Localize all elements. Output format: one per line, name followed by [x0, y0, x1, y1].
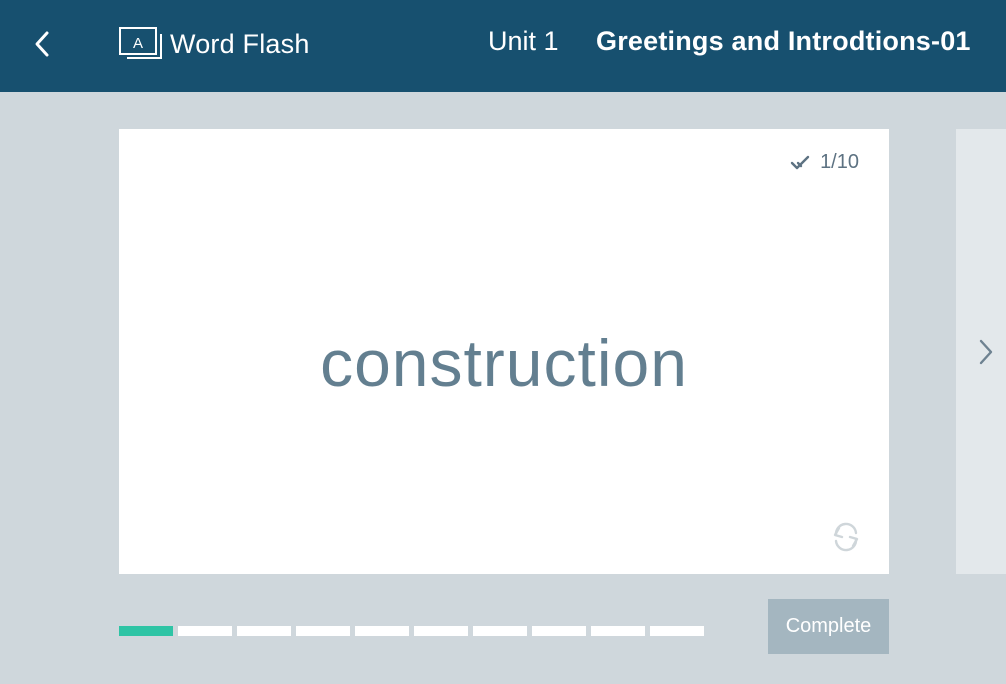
chevron-left-icon	[35, 31, 49, 57]
double-check-icon	[790, 155, 810, 169]
progress-segment	[296, 626, 350, 636]
chevron-right-icon	[979, 339, 993, 365]
flashcard-A-icon: A	[119, 27, 162, 59]
back-button[interactable]	[28, 26, 56, 62]
progress-segment	[650, 626, 704, 636]
progress-segment	[591, 626, 645, 636]
next-card-button[interactable]	[972, 334, 1000, 370]
progress-bar	[119, 626, 704, 636]
flip-arrows-icon	[833, 522, 859, 552]
progress-segment	[237, 626, 291, 636]
counter-text: 1/10	[820, 151, 859, 173]
app-title: Word Flash	[170, 28, 310, 59]
app-brand: A Word Flash	[118, 24, 310, 64]
progress-segment	[119, 626, 173, 636]
flip-button[interactable]	[829, 520, 863, 554]
svg-text:A: A	[133, 35, 143, 52]
progress-segment	[532, 626, 586, 636]
card-counter: 1/10	[790, 151, 859, 174]
card-word: construction	[320, 326, 688, 400]
unit-label: Unit 1	[488, 26, 559, 56]
flash-card[interactable]: 1/10 construction	[119, 129, 889, 574]
top-bar: A Word Flash Unit 1 Greetings and Introd…	[0, 0, 1006, 92]
progress-segment	[473, 626, 527, 636]
progress-segment	[414, 626, 468, 636]
progress-segment	[178, 626, 232, 636]
lesson-title: Greetings and Introdtions-01	[596, 26, 971, 56]
complete-button[interactable]: Complete	[768, 599, 889, 654]
progress-segment	[355, 626, 409, 636]
